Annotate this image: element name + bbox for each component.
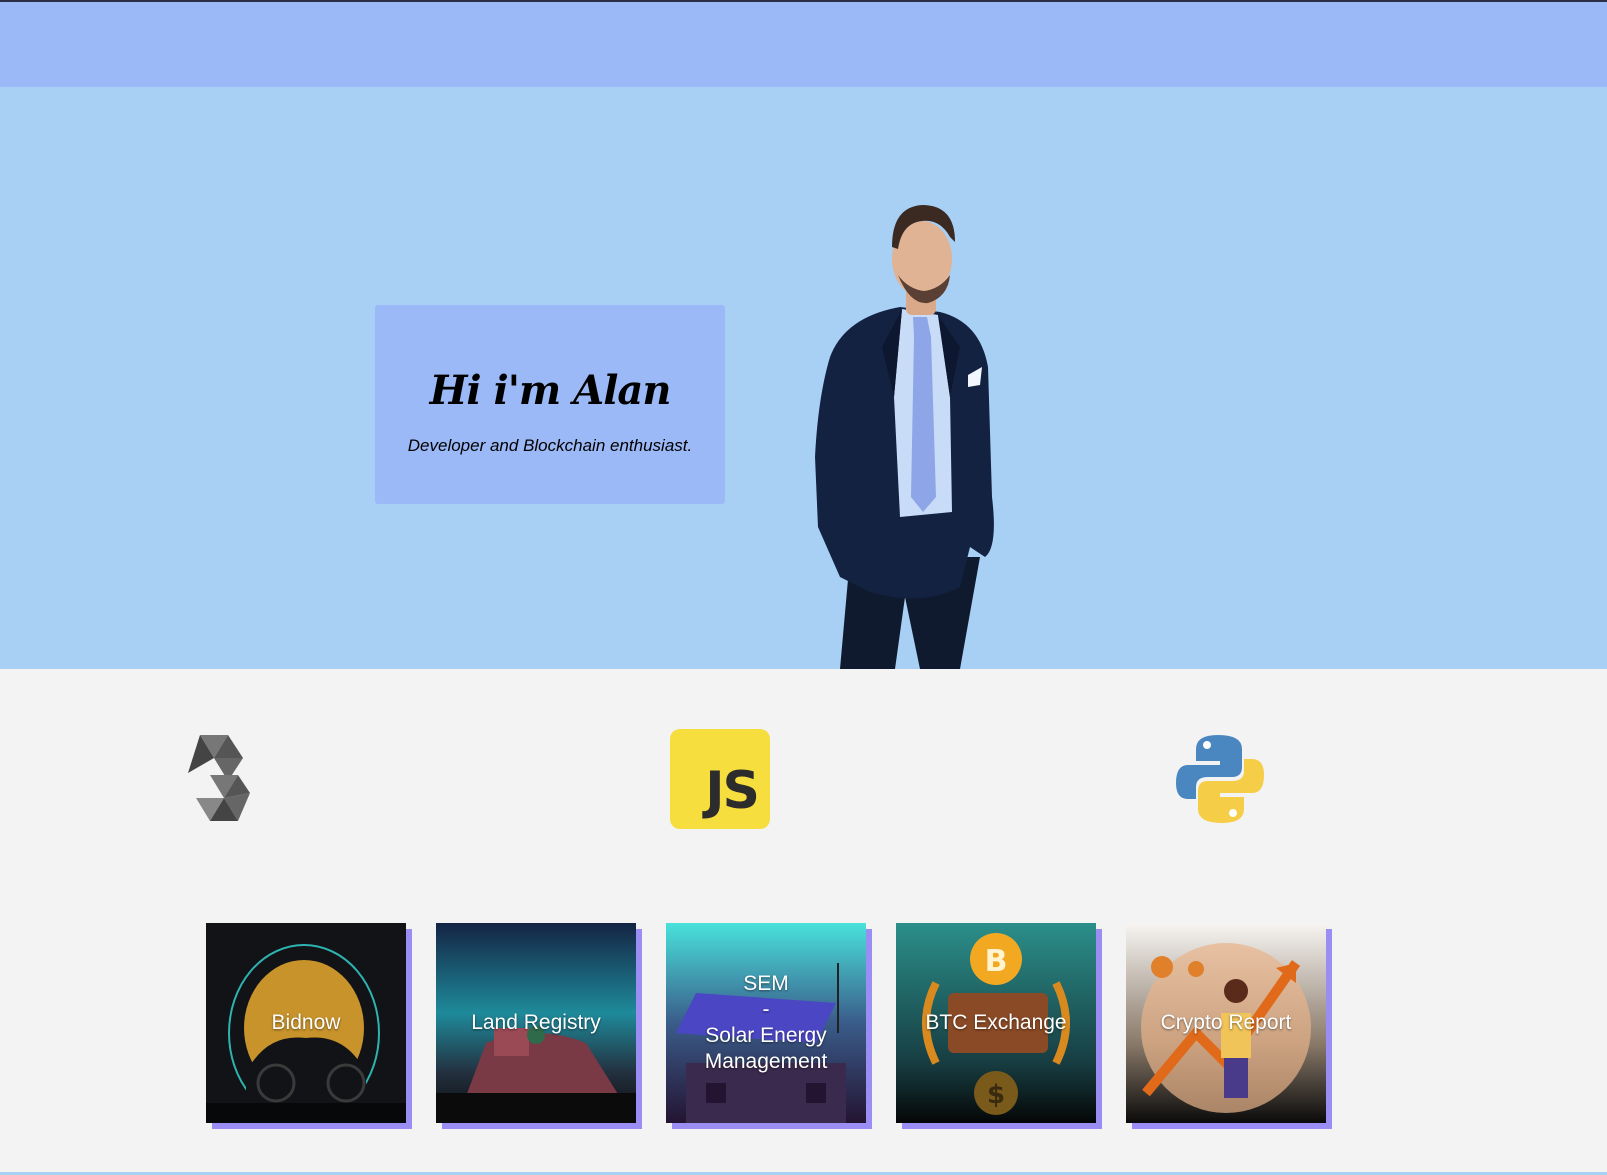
hero-title: Hi i'm Alan bbox=[429, 367, 672, 414]
javascript-icon: JS bbox=[670, 729, 770, 829]
project-card-land-registry[interactable]: Land Registry bbox=[436, 923, 636, 1123]
project-label-sem: SEM - Solar Energy Management bbox=[704, 972, 828, 1073]
project-label-land-registry: Land Registry bbox=[471, 1011, 601, 1034]
project-card-bidnow[interactable]: Bidnow bbox=[206, 923, 406, 1123]
project-card-crypto-report[interactable]: Crypto Report bbox=[1126, 923, 1326, 1123]
project-label-bidnow: Bidnow bbox=[271, 1011, 341, 1034]
project-card-sem[interactable]: SEM - Solar Energy Management bbox=[666, 923, 866, 1123]
hero-section: Hi i'm Alan Developer and Blockchain ent… bbox=[0, 87, 1607, 669]
project-label-crypto-report: Crypto Report bbox=[1160, 1011, 1292, 1034]
python-icon bbox=[1176, 735, 1264, 823]
solidity-icon bbox=[188, 735, 250, 821]
project-label-btc-exchange: BTC Exchange bbox=[925, 1011, 1067, 1034]
hero-subtitle: Developer and Blockchain enthusiast. bbox=[407, 436, 693, 455]
projects-section: Bidnow Land Registry SEM - Solar Energy … bbox=[0, 920, 1607, 1140]
tech-stack-section: JS bbox=[0, 669, 1607, 899]
navbar bbox=[0, 2, 1607, 87]
intro-card: Hi i'm Alan Developer and Blockchain ent… bbox=[375, 305, 725, 504]
portrait-image bbox=[815, 205, 994, 669]
project-card-btc-exchange[interactable]: B $ BTC Exchange bbox=[896, 923, 1096, 1123]
javascript-icon-label: JS bbox=[705, 761, 760, 821]
